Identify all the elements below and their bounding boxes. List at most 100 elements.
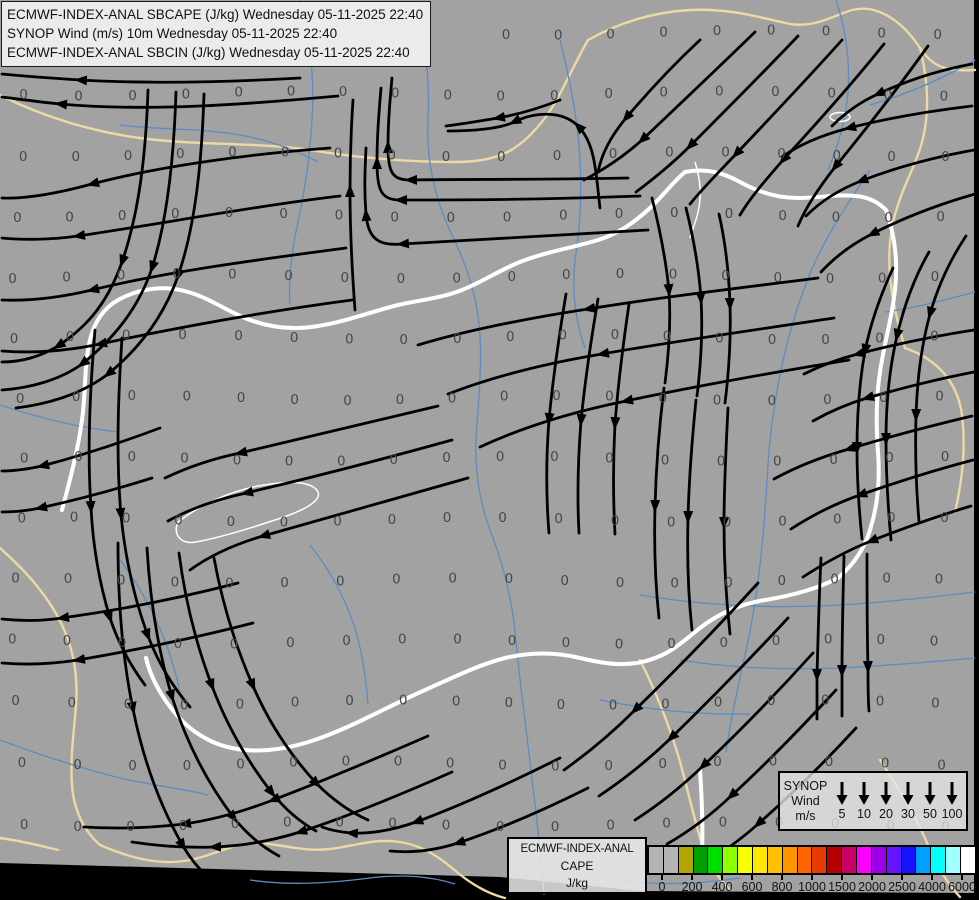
grid-value: 0 bbox=[398, 632, 407, 648]
grid-value: 0 bbox=[231, 816, 240, 832]
grid-value: 0 bbox=[342, 753, 351, 769]
grid-value: 0 bbox=[609, 146, 618, 162]
grid-value: 0 bbox=[661, 696, 670, 712]
grid-value: 0 bbox=[236, 756, 245, 772]
cape-legend-box: ECMWF-INDEX-ANAL CAPE J/kg 0 200 400 600 800… bbox=[507, 837, 977, 899]
down-arrow-icon bbox=[946, 782, 958, 805]
grid-value: 0 bbox=[122, 328, 131, 344]
grid-value: 0 bbox=[183, 758, 192, 774]
grid-value: 0 bbox=[230, 636, 239, 652]
grid-value: 0 bbox=[388, 816, 397, 832]
down-arrow-icon bbox=[880, 782, 892, 805]
grid-value: 0 bbox=[713, 754, 722, 770]
grid-value: 0 bbox=[557, 697, 566, 713]
grid-value: 0 bbox=[387, 148, 396, 164]
grid-value: 0 bbox=[833, 512, 842, 528]
grid-value: 0 bbox=[452, 693, 461, 709]
grid-value: 0 bbox=[930, 633, 939, 649]
grid-value: 0 bbox=[72, 389, 81, 405]
grid-value: 0 bbox=[174, 636, 183, 652]
grid-value: 0 bbox=[391, 85, 400, 101]
weather-map-app: 0 0 0 0 0 0 0 0 0 0 0 0 0 0 0 0 0 0 0 0 0 0 0 0 0 0 0 0 0 0 0 0 0 0 0 0 0 0 0 0… bbox=[0, 0, 979, 900]
cape-cell bbox=[826, 847, 842, 873]
grid-value: 0 bbox=[830, 571, 839, 587]
grid-value: 0 bbox=[713, 23, 722, 39]
grid-value: 0 bbox=[768, 393, 777, 409]
grid-value: 0 bbox=[821, 332, 830, 348]
grid-value: 0 bbox=[887, 510, 896, 526]
grid-value: 0 bbox=[875, 331, 884, 347]
grid-value: 0 bbox=[833, 148, 842, 164]
wind-speed-label: 20 bbox=[879, 807, 893, 821]
grid-value: 0 bbox=[339, 84, 348, 100]
grid-value: 0 bbox=[778, 573, 787, 589]
grid-value: 0 bbox=[442, 818, 451, 834]
grid-value: 0 bbox=[452, 271, 461, 287]
grid-value: 0 bbox=[935, 389, 944, 405]
grid-value: 0 bbox=[502, 27, 511, 43]
grid-value: 0 bbox=[885, 450, 894, 466]
grid-value: 0 bbox=[554, 28, 563, 44]
grid-value: 0 bbox=[179, 818, 188, 834]
grid-value: 0 bbox=[8, 271, 17, 287]
wind-speed-column: 100 bbox=[941, 781, 963, 821]
grid-value: 0 bbox=[443, 510, 452, 526]
grid-value: 0 bbox=[876, 694, 885, 710]
grid-value: 0 bbox=[615, 206, 624, 222]
grid-value: 0 bbox=[667, 514, 676, 530]
grid-value: 0 bbox=[881, 756, 890, 772]
wind-legend-box: SYNOP Wind m/s 5 10 20 30 50 100 bbox=[778, 771, 968, 831]
grid-value: 0 bbox=[394, 754, 403, 770]
grid-value: 0 bbox=[550, 88, 559, 104]
grid-value: 0 bbox=[933, 27, 942, 43]
grid-value: 0 bbox=[551, 819, 560, 835]
grid-value: 0 bbox=[399, 332, 408, 348]
grid-value: 0 bbox=[290, 330, 299, 346]
grid-value: 0 bbox=[172, 266, 181, 282]
grid-value: 0 bbox=[823, 392, 832, 408]
down-arrow-icon bbox=[924, 782, 936, 805]
grid-value: 0 bbox=[237, 390, 246, 406]
grid-value: 0 bbox=[550, 449, 559, 465]
wind-speed-column: 50 bbox=[919, 781, 941, 821]
grid-value: 0 bbox=[453, 632, 462, 648]
grid-value: 0 bbox=[447, 210, 456, 226]
grid-value: 0 bbox=[559, 208, 568, 224]
grid-value: 0 bbox=[936, 209, 945, 225]
grid-value: 0 bbox=[335, 208, 344, 224]
grid-value: 0 bbox=[768, 332, 777, 348]
grid-value: 0 bbox=[284, 268, 293, 284]
grid-value: 0 bbox=[286, 635, 295, 651]
grid-value: 0 bbox=[283, 815, 292, 831]
cape-cell bbox=[870, 847, 886, 873]
cape-tick-label: 1000 bbox=[798, 880, 826, 894]
wind-speed-label: 30 bbox=[901, 807, 915, 821]
grid-value: 0 bbox=[931, 696, 940, 712]
cape-cell bbox=[677, 847, 693, 873]
grid-value: 0 bbox=[884, 88, 893, 104]
grid-value: 0 bbox=[444, 87, 453, 103]
grid-value: 0 bbox=[767, 23, 776, 39]
cape-cin-value-grid: 0 0 0 0 0 0 0 0 0 0 0 0 0 0 0 0 0 0 0 0 0 0 0 0 0 0 0 0 0 0 0 0 0 0 0 0 0 0 0 0… bbox=[8, 23, 950, 835]
wind-speed-column: 20 bbox=[875, 781, 897, 821]
grid-value: 0 bbox=[126, 819, 135, 835]
grid-value: 0 bbox=[724, 575, 733, 591]
grid-value: 0 bbox=[337, 454, 346, 470]
grid-value: 0 bbox=[669, 267, 678, 283]
grid-value: 0 bbox=[390, 210, 399, 226]
wind-speed-label: 5 bbox=[838, 807, 846, 821]
grid-value: 0 bbox=[117, 268, 126, 284]
grid-value: 0 bbox=[930, 329, 939, 345]
grid-value: 0 bbox=[616, 575, 625, 591]
grid-value: 0 bbox=[498, 757, 507, 773]
grid-value: 0 bbox=[8, 632, 17, 648]
grid-value: 0 bbox=[19, 87, 28, 103]
grid-value: 0 bbox=[604, 758, 613, 774]
grid-value: 0 bbox=[778, 513, 787, 529]
grid-value: 0 bbox=[658, 756, 667, 772]
cape-tick-label: 1500 bbox=[828, 880, 856, 894]
wind-speed-label: 10 bbox=[857, 807, 871, 821]
grid-value: 0 bbox=[399, 692, 408, 708]
cape-cell bbox=[900, 847, 916, 873]
grid-value: 0 bbox=[13, 210, 22, 226]
